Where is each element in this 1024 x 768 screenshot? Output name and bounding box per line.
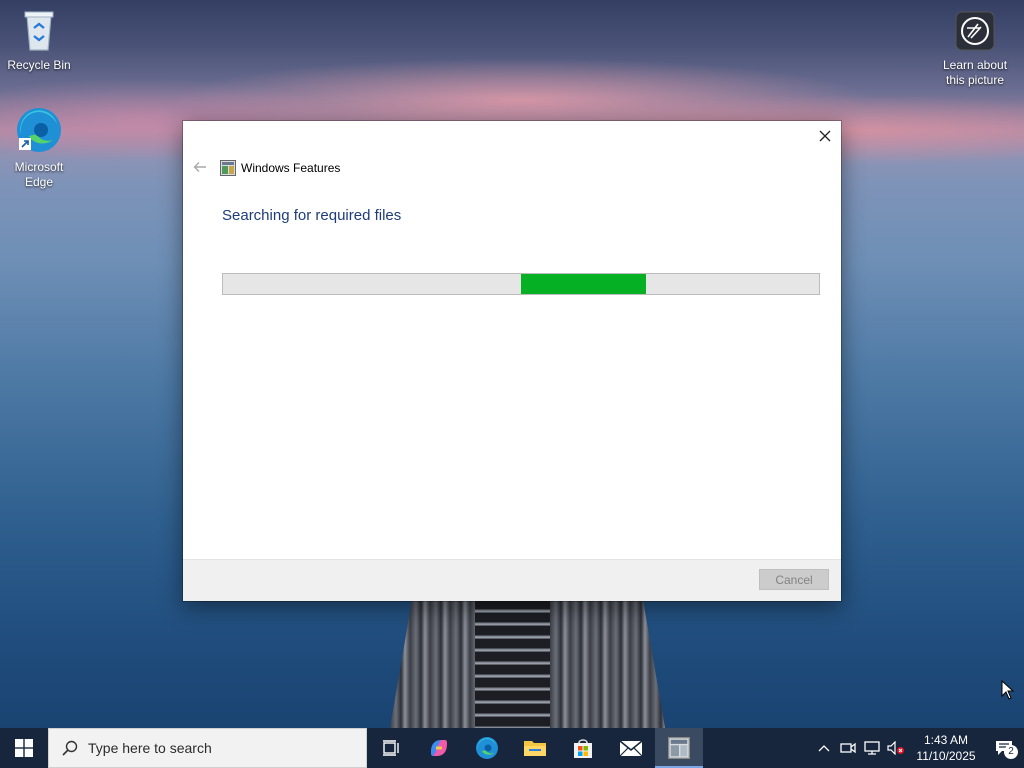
copilot-icon bbox=[431, 740, 447, 756]
taskbar: Type here to search 1:43 AM 11/10/2025 2 bbox=[0, 728, 1024, 768]
edge-taskbar-button[interactable] bbox=[463, 728, 511, 768]
volume-button[interactable] bbox=[884, 728, 908, 768]
file-explorer-icon bbox=[524, 741, 546, 756]
close-icon bbox=[819, 130, 831, 142]
status-heading: Searching for required files bbox=[222, 207, 402, 224]
volume-muted-icon bbox=[887, 741, 904, 755]
file-explorer-button[interactable] bbox=[511, 728, 559, 768]
task-view-button[interactable] bbox=[367, 728, 415, 768]
task-view-icon bbox=[383, 740, 399, 756]
desktop-icon-recycle-bin[interactable]: Recycle Bin bbox=[1, 8, 77, 73]
desktop-icon-label: Recycle Bin bbox=[7, 58, 71, 72]
windows-features-dialog: Windows Features Searching for required … bbox=[183, 121, 841, 601]
store-button[interactable] bbox=[559, 728, 607, 768]
edge-icon bbox=[1, 106, 77, 158]
progress-bar bbox=[222, 273, 820, 295]
network-button[interactable] bbox=[860, 728, 884, 768]
store-icon bbox=[574, 739, 592, 758]
taskbar-search-box[interactable]: Type here to search bbox=[48, 728, 367, 768]
learn-about-label: Learn about this picture bbox=[942, 58, 1008, 87]
progress-bar-fill bbox=[521, 274, 646, 294]
back-arrow-icon bbox=[193, 162, 206, 172]
notification-count-badge: 2 bbox=[1004, 745, 1018, 759]
network-icon bbox=[864, 741, 880, 755]
recycle-bin-icon bbox=[1, 8, 77, 56]
show-hidden-icons-button[interactable] bbox=[812, 728, 836, 768]
search-icon bbox=[62, 740, 78, 756]
taskbar-clock[interactable]: 1:43 AM 11/10/2025 bbox=[908, 732, 984, 764]
mouse-cursor-icon bbox=[1001, 680, 1015, 700]
edge-icon bbox=[476, 737, 498, 759]
system-tray: 1:43 AM 11/10/2025 2 bbox=[812, 728, 1024, 768]
windows-features-icon bbox=[668, 737, 690, 759]
learn-about-picture[interactable]: Learn about this picture bbox=[937, 10, 1013, 88]
windows-features-taskbar-button[interactable] bbox=[655, 728, 703, 768]
copilot-button[interactable] bbox=[415, 728, 463, 768]
dialog-footer: Cancel bbox=[183, 559, 841, 601]
action-center-button[interactable]: 2 bbox=[984, 728, 1024, 768]
start-button[interactable] bbox=[0, 728, 48, 768]
mail-button[interactable] bbox=[607, 728, 655, 768]
close-button[interactable] bbox=[809, 121, 841, 151]
pier-image bbox=[390, 600, 665, 728]
chevron-up-icon bbox=[818, 745, 830, 752]
dialog-title: Windows Features bbox=[241, 161, 341, 175]
windows-features-icon bbox=[220, 160, 236, 176]
mail-icon bbox=[619, 740, 643, 757]
windows-logo-icon bbox=[15, 739, 33, 757]
cancel-button[interactable]: Cancel bbox=[759, 569, 829, 590]
search-placeholder: Type here to search bbox=[88, 740, 212, 756]
clock-time: 1:43 AM bbox=[923, 733, 969, 747]
camera-icon bbox=[937, 10, 1013, 56]
desktop-icon-edge[interactable]: Microsoft Edge bbox=[1, 106, 77, 190]
camera-icon bbox=[840, 742, 856, 754]
desktop-icon-label: Microsoft Edge bbox=[14, 160, 64, 189]
dialog-title-row: Windows Features bbox=[220, 158, 340, 178]
back-button[interactable] bbox=[190, 159, 210, 175]
meet-now-button[interactable] bbox=[836, 728, 860, 768]
clock-date: 11/10/2025 bbox=[916, 749, 976, 763]
